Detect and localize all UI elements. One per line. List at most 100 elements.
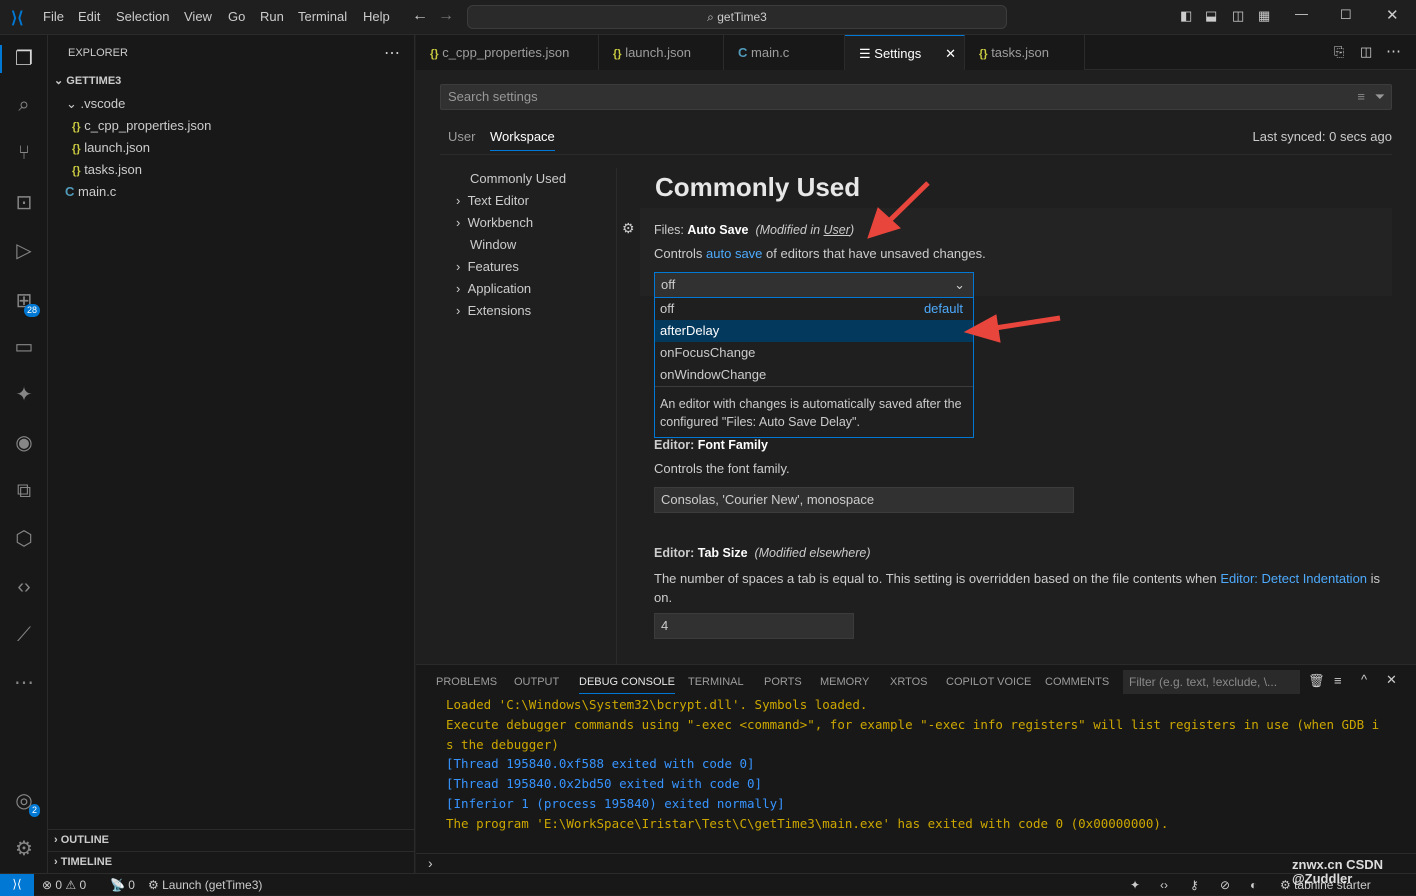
clear-filter-icon[interactable]: ≡ <box>1357 85 1365 109</box>
customize-layout-icon[interactable]: ▦ <box>1258 8 1270 24</box>
menu-terminal[interactable]: Terminal <box>298 9 347 24</box>
console-filter-input[interactable]: Filter (e.g. text, !exclude, \... <box>1123 670 1300 694</box>
panel-tab-terminal[interactable]: TERMINAL <box>688 676 744 688</box>
detect-indentation-link[interactable]: Editor: Detect Indentation <box>1220 571 1367 586</box>
toc-commonly-used[interactable]: Commonly Used <box>470 171 566 186</box>
remote-indicator-icon[interactable]: ⟩⟨ <box>0 874 34 896</box>
maximize-panel-icon[interactable]: ^ <box>1361 672 1367 687</box>
word-wrap-icon[interactable]: ≡ <box>1334 673 1342 688</box>
open-settings-json-icon[interactable]: ⎘ <box>1334 44 1344 60</box>
menu-view[interactable]: View <box>184 9 212 24</box>
copilot-icon[interactable]: ✦ <box>12 383 36 407</box>
clear-console-icon[interactable]: 🗑 <box>1308 673 1325 689</box>
search-icon[interactable]: ⌕ <box>12 93 36 117</box>
option-onfocuschange[interactable]: onFocusChange <box>655 342 973 364</box>
maximize-icon[interactable]: ☐ <box>1340 7 1352 23</box>
run-debug-icon[interactable]: ▷ <box>12 239 36 263</box>
toc-extensions[interactable]: › Extensions <box>456 303 531 318</box>
panel-tab-memory[interactable]: MEMORY <box>820 676 869 688</box>
panel-tab-debug-console[interactable]: DEBUG CONSOLE <box>579 676 675 694</box>
toc-features[interactable]: › Features <box>456 259 519 274</box>
sync-icon[interactable]: ◐ <box>1250 878 1257 892</box>
more-icon[interactable]: ⋯ <box>12 671 36 695</box>
close-tab-icon[interactable]: ✕ <box>945 36 956 71</box>
menu-go[interactable]: Go <box>228 9 245 24</box>
fontfamily-input[interactable]: Consolas, 'Courier New', monospace <box>654 487 1074 513</box>
close-window-icon[interactable]: ✕ <box>1386 6 1399 24</box>
option-afterdelay[interactable]: afterDelay <box>655 320 973 342</box>
code-icon[interactable]: ‹› <box>12 575 36 599</box>
back-arrow-icon[interactable]: ← <box>412 7 428 25</box>
menu-selection[interactable]: Selection <box>116 9 169 24</box>
panel-tab-problems[interactable]: PROBLEMS <box>436 676 497 688</box>
tabsize-input[interactable]: 4 <box>654 613 854 639</box>
toggle-secondary-sidebar-icon[interactable]: ◫ <box>1232 8 1244 24</box>
github-icon[interactable]: ◉ <box>12 431 36 455</box>
copilot-status-icon[interactable]: ✦ <box>1130 878 1140 892</box>
file-c-cpp-properties[interactable]: {} c_cpp_properties.json <box>72 118 211 133</box>
package-icon[interactable]: ⬡ <box>12 527 36 551</box>
minimize-icon[interactable]: — <box>1295 6 1308 21</box>
toc-window[interactable]: Window <box>470 237 516 252</box>
toc-application[interactable]: › Application <box>456 281 531 296</box>
tab-main-c[interactable]: C main.c <box>724 35 845 70</box>
source-control-icon[interactable]: ⑂ <box>12 141 36 165</box>
launch-status[interactable]: ⚙ Launch (getTime3) <box>148 878 262 892</box>
close-panel-icon[interactable]: ✕ <box>1386 672 1397 688</box>
panel-tab-copilot-voice[interactable]: COPILOT VOICE <box>946 676 1031 688</box>
key-icon[interactable]: ⚷ <box>1190 878 1199 892</box>
panel-tab-xrtos[interactable]: XRTOS <box>890 676 928 688</box>
remote-icon[interactable]: ▭ <box>12 335 36 359</box>
file-launch[interactable]: {} launch.json <box>72 140 150 155</box>
console-input-prompt[interactable]: › <box>428 855 433 871</box>
more-actions-icon[interactable]: ⋯ <box>384 43 400 63</box>
file-main-c[interactable]: C main.c <box>65 184 116 199</box>
timeline-section[interactable]: › TIMELINE <box>54 856 112 868</box>
flutter-icon[interactable]: ⟋ <box>12 623 36 647</box>
search-settings-input[interactable]: Search settings ≡ ⏷ <box>440 84 1392 110</box>
panel-tab-comments[interactable]: COMMENTS <box>1045 676 1109 688</box>
filter-icon[interactable]: ⏷ <box>1375 85 1385 109</box>
menu-run[interactable]: Run <box>260 9 284 24</box>
workspace-root[interactable]: ⌄ GETTIME3 <box>54 74 121 87</box>
remote-explorer-icon[interactable]: ⊡ <box>12 191 36 215</box>
modified-user-link[interactable]: User <box>824 223 850 237</box>
tab-user[interactable]: User <box>448 129 475 144</box>
tab-workspace[interactable]: Workspace <box>490 129 555 151</box>
problems-status[interactable]: ⊗ 0 ⚠ 0 <box>42 878 86 892</box>
folder-vscode[interactable]: ⌄ .vscode <box>66 96 125 112</box>
menu-file[interactable]: File <box>43 9 64 24</box>
toggle-sidebar-icon[interactable]: ◧ <box>1180 8 1192 24</box>
outline-section[interactable]: › OUTLINE <box>54 834 109 846</box>
explorer-icon[interactable]: ❐ <box>12 47 36 71</box>
file-tasks[interactable]: {} tasks.json <box>72 162 142 177</box>
extensions-icon[interactable]: ⊞ 28 <box>12 289 40 317</box>
no-copilot-icon[interactable]: ⊘ <box>1220 878 1230 892</box>
tab-c-cpp-properties[interactable]: {} c_cpp_properties.json <box>416 35 599 70</box>
manage-gear-icon[interactable]: ⚙ <box>12 837 36 861</box>
code-status-icon[interactable]: ‹› <box>1160 878 1168 892</box>
ports-status[interactable]: 📡 0 <box>110 878 135 892</box>
setting-category: Editor: <box>654 546 698 560</box>
tree-icon[interactable]: ⧉ <box>12 479 36 503</box>
menu-edit[interactable]: Edit <box>78 9 100 24</box>
more-actions-icon[interactable]: ⋯ <box>1386 42 1401 60</box>
forward-arrow-icon[interactable]: → <box>438 7 454 25</box>
toc-text-editor[interactable]: › Text Editor <box>456 193 529 208</box>
command-center[interactable]: ⌕ getTime3 <box>467 5 1007 29</box>
accounts-icon[interactable]: ◎ 2 <box>12 789 40 817</box>
panel-tab-ports[interactable]: PORTS <box>764 676 802 688</box>
setting-gear-icon[interactable]: ⚙ <box>622 220 635 237</box>
autosave-select[interactable]: off ⌄ <box>654 272 974 298</box>
tab-settings[interactable]: ☰ Settings ✕ <box>845 35 965 70</box>
tab-tasks[interactable]: {} tasks.json <box>965 35 1085 70</box>
tab-launch[interactable]: {} launch.json <box>599 35 724 70</box>
option-off[interactable]: off default <box>655 298 973 320</box>
toggle-panel-icon[interactable]: ⬓ <box>1205 8 1217 24</box>
split-editor-icon[interactable]: ◫ <box>1360 44 1372 60</box>
toc-workbench[interactable]: › Workbench <box>456 215 533 230</box>
menu-help[interactable]: Help <box>363 9 390 24</box>
auto-save-link[interactable]: auto save <box>706 246 762 261</box>
option-onwindowchange[interactable]: onWindowChange <box>655 364 973 386</box>
panel-tab-output[interactable]: OUTPUT <box>514 676 559 688</box>
